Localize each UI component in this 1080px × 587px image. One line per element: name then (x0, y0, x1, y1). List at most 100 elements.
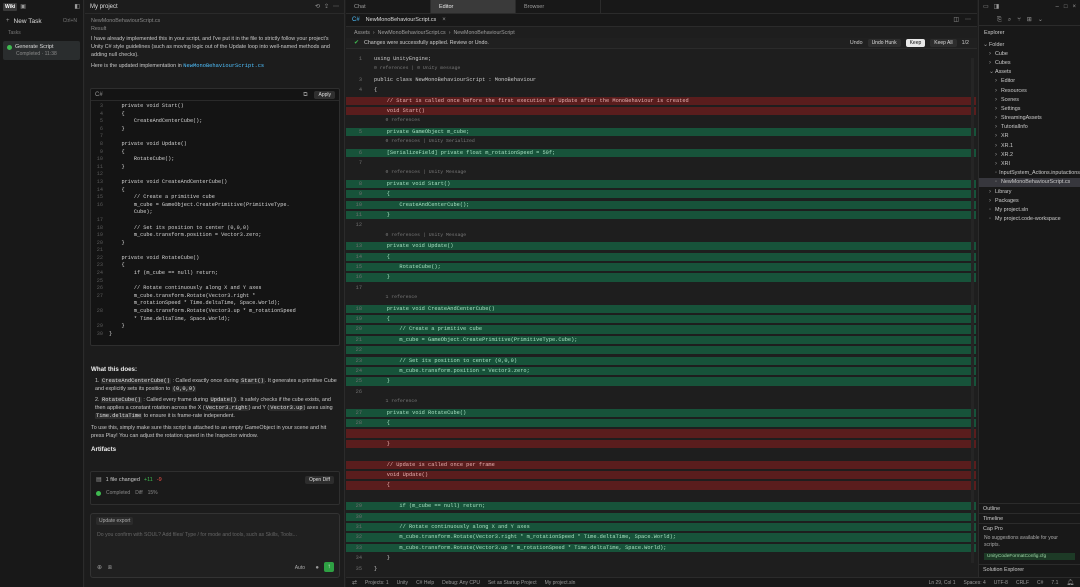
status-item[interactable]: 7.1 (1051, 580, 1058, 586)
remote-icon[interactable]: ⇄ (352, 580, 357, 586)
tab-chat[interactable]: Chat (346, 0, 431, 13)
panel-icon[interactable]: ◨ (994, 4, 1000, 10)
status-item[interactable]: Debug: Any CPU (442, 580, 480, 586)
open-diff-button[interactable]: Open Diff (304, 476, 334, 484)
status-item[interactable]: My project.sln (545, 580, 576, 586)
line-text: void Start() (374, 108, 425, 114)
collapse-sidebar-icon[interactable]: ◧ (74, 4, 80, 10)
tree-item[interactable]: ⌄ Assets (979, 68, 1080, 77)
code-view[interactable]: 1 using UnityEngine; 0 references | 0 Unit… (346, 55, 977, 575)
keep-all-button[interactable]: Keep All (930, 39, 957, 47)
source-control-icon[interactable]: ⑂ (1017, 17, 1021, 23)
undo-button[interactable]: Undo (850, 40, 863, 46)
tab-editor[interactable]: Editor (431, 0, 516, 13)
line-text: * Time.deltaTime, Space.World); (109, 315, 231, 322)
split-editor-icon[interactable]: ◫ (953, 17, 959, 23)
line-text: private void Update() (109, 140, 187, 147)
mic-icon[interactable]: ● (315, 565, 319, 571)
search-icon[interactable]: ⌕ (1008, 17, 1011, 23)
status-item[interactable]: C# Help (416, 580, 434, 586)
tree-item[interactable]: › XR (979, 132, 1080, 141)
breadcrumb-item[interactable]: NewMonoBehaviourScript.cs (378, 30, 446, 36)
breadcrumb-item[interactable]: NewMonoBehaviourScript (453, 30, 514, 36)
code-line: 9 { (91, 149, 339, 157)
layout-icon[interactable]: ▭ (983, 4, 989, 10)
tree-item[interactable]: › Cube (979, 49, 1080, 58)
keep-button[interactable]: Keep (905, 39, 926, 47)
line-text: { (109, 110, 125, 117)
share-icon[interactable]: ⇪ (324, 4, 329, 10)
close-window-icon[interactable]: × (1072, 4, 1076, 10)
tree-item[interactable]: › TutorialInfo (979, 123, 1080, 132)
breadcrumb-item[interactable]: Assets (354, 30, 370, 36)
task-item[interactable]: Generate Script Completed · 11:38 (3, 41, 80, 60)
line-text: { (374, 87, 378, 94)
tree-item[interactable]: › Settings (979, 104, 1080, 113)
line-number: 9 (99, 148, 103, 155)
send-button[interactable]: ↑ (324, 562, 334, 572)
tab-browser[interactable]: Browser (516, 0, 601, 13)
outline-section[interactable]: Outline (979, 503, 1080, 513)
tree-item[interactable]: ◦ NewMonoBehaviourScript.cs (979, 177, 1080, 187)
tree-item[interactable]: › XR.1 (979, 141, 1080, 150)
tree-item[interactable]: ◦ InputSystem_Actions.inputactions (979, 169, 1080, 178)
sidebar-header: Wiki ▣ ◧ (0, 0, 83, 14)
copy-icon[interactable]: ⧉ (303, 92, 307, 98)
extensions-icon[interactable]: ⊞ (1027, 17, 1032, 23)
more-actions-icon[interactable]: ⋯ (965, 17, 971, 23)
intro-text: I have already implemented this in your … (91, 36, 330, 58)
status-item[interactable]: C# (1037, 580, 1043, 586)
solution-explorer-section[interactable]: Solution Explorer (979, 564, 1080, 574)
apply-button[interactable]: Apply (314, 90, 335, 99)
timeline-section[interactable]: Timeline (979, 513, 1080, 523)
status-item[interactable]: Ln 29, Col 1 (929, 580, 956, 586)
tree-item[interactable]: › Resources (979, 86, 1080, 95)
tree-item[interactable]: › Editor (979, 77, 1080, 86)
files-icon[interactable]: ⎘ (997, 17, 1002, 23)
image-icon[interactable]: ⧈ (108, 565, 112, 571)
line-number: 4 (358, 87, 362, 94)
tree-item[interactable]: › StreamingAssets (979, 114, 1080, 123)
bell-icon[interactable]: 🔔︎ (1066, 580, 1074, 586)
attach-icon[interactable]: ⊕ (97, 565, 102, 571)
file-link[interactable]: NewMonoBehaviourScript.cs (183, 63, 264, 69)
minimize-icon[interactable]: – (1056, 4, 1059, 10)
file-tab[interactable]: NewMonoBehaviourScript.cs (366, 17, 437, 23)
copilot-section[interactable]: Cap Pro (979, 523, 1080, 533)
tree-item[interactable]: › Cubes (979, 58, 1080, 67)
line-number: 28 (96, 308, 103, 315)
tree-item[interactable]: ⌄ Folder (979, 40, 1080, 49)
copilot-item[interactable]: UnityCodeFormatConfig.cfg (984, 553, 1075, 560)
tree-label: XR.2 (1001, 151, 1013, 158)
mode-select[interactable]: Auto (295, 565, 305, 571)
more-icon[interactable]: ⋯ (333, 4, 339, 10)
status-item[interactable]: Spaces: 4 (964, 580, 986, 586)
status-projects[interactable]: Projects: 1 (365, 580, 389, 586)
tree-item[interactable]: › XRI (979, 159, 1080, 168)
new-task-button[interactable]: + New Task Ctrl+N (0, 14, 83, 28)
artifact-card[interactable]: ▤ 1 file changed +11 -9 Open Diff Comple… (90, 471, 340, 505)
editor-scrollbar[interactable] (971, 58, 974, 563)
status-item[interactable]: CRLF (1016, 580, 1029, 586)
tree-item[interactable]: › Packages (979, 196, 1080, 205)
tree-item[interactable]: ◦ My project.sln (979, 205, 1080, 214)
app-menu-icon[interactable]: ▣ (20, 4, 26, 10)
close-tab-icon[interactable]: × (442, 17, 446, 23)
undo-hunk-button[interactable]: Undo Hunk (867, 39, 901, 47)
composer-input[interactable]: Do you confirm with SOUL? Add files/ Typ… (91, 528, 339, 542)
maximize-icon[interactable]: □ (1064, 4, 1068, 10)
status-branch[interactable]: Unity (397, 580, 408, 586)
chat-composer[interactable]: Update export Do you confirm with SOUL? … (90, 513, 340, 578)
status-item[interactable]: UTF-8 (994, 580, 1008, 586)
line-text (368, 388, 374, 396)
tree-item[interactable]: › XR.2 (979, 150, 1080, 159)
chevron-down-icon[interactable]: ⌄ (1038, 17, 1043, 23)
status-item[interactable]: Set as Startup Project (488, 580, 537, 586)
tree-item[interactable]: ◦ My project.code-workspace (979, 215, 1080, 224)
tree-item[interactable]: › Library (979, 187, 1080, 196)
tree-item[interactable]: › Scenes (979, 95, 1080, 104)
line-text: // Set its position to center (0,0,0) (374, 357, 518, 364)
line-text: } (109, 239, 125, 246)
history-icon[interactable]: ⟲ (315, 4, 320, 10)
context-chip[interactable]: Update export (96, 517, 134, 525)
